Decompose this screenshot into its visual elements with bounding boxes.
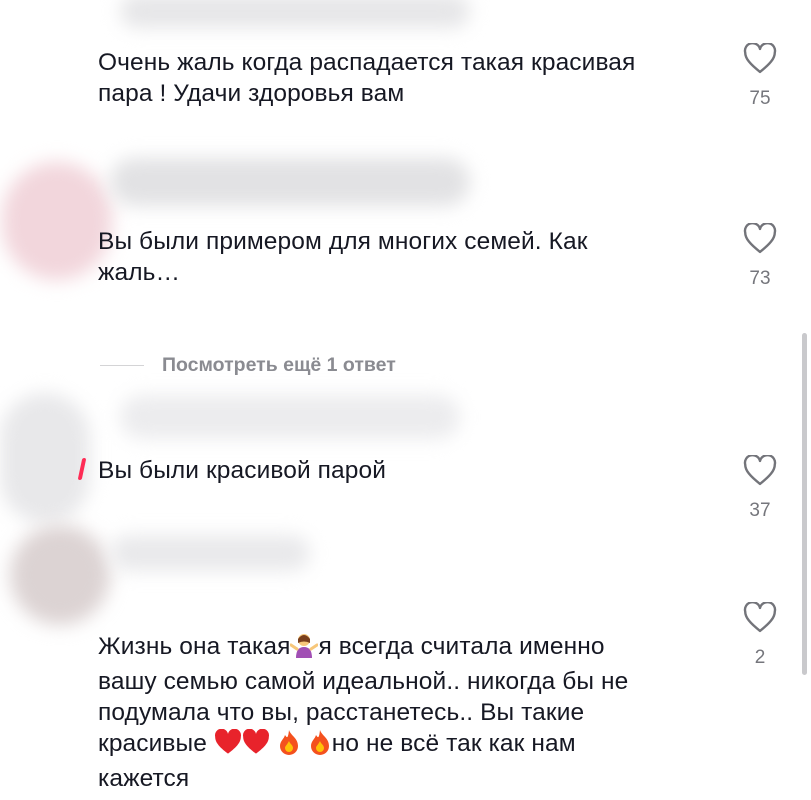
comment-text-segment: но не всё так как нам	[331, 730, 576, 757]
comment-text-segment: подумала что вы, расстанетесь.. Вы такие	[98, 699, 585, 726]
comment-text-segment: кажется	[98, 765, 190, 792]
redacted-avatar-4	[10, 525, 110, 625]
comment-text-segment: я всегда считала именно	[318, 633, 605, 660]
redacted-username-2	[110, 158, 470, 206]
view-more-replies-label: Посмотреть ещё 1 ответ	[162, 353, 396, 376]
comment-text: Очень жаль когда распадается такая краси…	[98, 49, 636, 107]
like-count: 73	[749, 268, 771, 289]
like-button[interactable]: 75	[735, 43, 785, 110]
scrollbar[interactable]	[802, 333, 807, 675]
red-heart-emoji	[214, 728, 242, 763]
comment-text: Вы были красивой парой	[98, 457, 386, 484]
redacted-username-3	[120, 395, 460, 439]
like-count: 75	[749, 88, 771, 109]
heart-outline-icon	[743, 43, 777, 74]
heart-outline-icon	[743, 602, 777, 633]
woman-shrugging-emoji	[289, 632, 319, 666]
redacted-avatar-3	[0, 393, 90, 523]
comment-text: Вы были примером для многих семей. Как ж…	[98, 228, 588, 286]
view-more-replies-button[interactable]: Посмотреть ещё 1 ответ	[100, 350, 396, 380]
redacted-username-4	[110, 535, 310, 571]
like-count: 37	[749, 500, 771, 521]
like-button[interactable]: 2	[735, 602, 785, 669]
red-heart-emoji	[242, 728, 270, 763]
heart-outline-icon	[743, 223, 777, 254]
heart-outline-icon	[743, 455, 777, 486]
like-button[interactable]: 37	[735, 455, 785, 522]
comment-text-segment: Жизнь она такая	[98, 633, 291, 660]
fire-emoji	[308, 729, 332, 763]
redacted-username-1	[120, 0, 470, 28]
comment-text-segment: красивые	[98, 730, 207, 757]
comment-text-segment: вашу семью самой идеальной.. никогда бы …	[98, 668, 629, 695]
like-count: 2	[754, 647, 766, 668]
redacted-avatar-2	[2, 162, 112, 280]
fire-emoji	[277, 729, 301, 763]
reply-divider	[100, 364, 144, 366]
comment-text: Жизнь она такая я всегда считала именно в…	[98, 600, 708, 794]
like-button[interactable]: 73	[735, 223, 785, 290]
